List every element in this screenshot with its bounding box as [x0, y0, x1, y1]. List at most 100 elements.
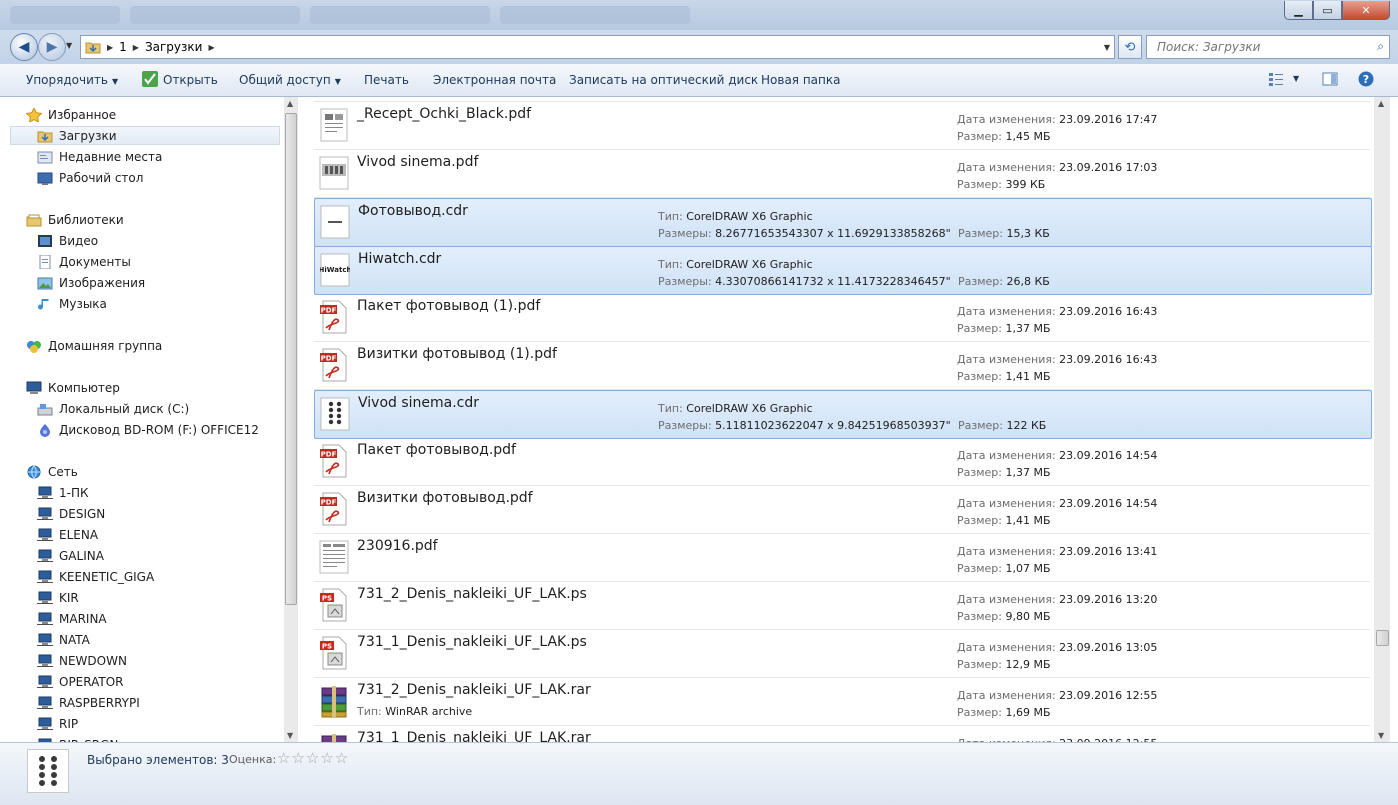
- file-list[interactable]: _Recept_Ochki_Black.pdf Дата изменения: 2…: [300, 97, 1372, 742]
- sidebar-item-network-computer[interactable]: RIP: [37, 714, 78, 734]
- scroll-down-icon[interactable]: ▼: [1378, 731, 1384, 740]
- file-row[interactable]: PDF Визитки фотовывод (1).pdf Дата изменен…: [314, 342, 1370, 390]
- file-row[interactable]: _Recept_Ochki_Black.pdf Дата изменения: 2…: [314, 102, 1370, 150]
- email-button[interactable]: Электронная почта: [433, 73, 556, 87]
- address-history-dropdown[interactable]: ▼: [1104, 43, 1110, 52]
- search-icon[interactable]: ⌕: [1377, 39, 1384, 54]
- sidebar-item-local-disk[interactable]: Локальный диск (C:): [37, 399, 189, 419]
- scrollbar-thumb[interactable]: [1376, 630, 1389, 646]
- sidebar-item-network-computer[interactable]: NATA: [37, 630, 90, 650]
- navigation-pane[interactable]: Избранное Загрузки Недавние места Рабочи…: [10, 97, 284, 742]
- file-name[interactable]: 731_2_Denis_nakleiki_UF_LAK.ps: [357, 586, 587, 602]
- sidebar-item-network-computer[interactable]: 1-ПК: [37, 483, 89, 503]
- sidebar-item-images[interactable]: Изображения: [37, 273, 145, 293]
- sidebar-item-recent-places[interactable]: Недавние места: [37, 147, 162, 167]
- file-name[interactable]: 731_2_Denis_nakleiki_UF_LAK.rar: [357, 682, 591, 698]
- file-name[interactable]: 230916.pdf: [357, 538, 438, 554]
- file-name[interactable]: Пакет фотовывод.pdf: [357, 442, 516, 458]
- breadcrumb-segment[interactable]: 1: [119, 40, 127, 54]
- file-row[interactable]: PS 731_1_Denis_nakleiki_UF_LAK.ps Дата изм…: [314, 630, 1370, 678]
- breadcrumb-separator[interactable]: ▶: [133, 43, 139, 52]
- breadcrumb-segment[interactable]: Загрузки: [145, 40, 203, 54]
- sidebar-item-desktop[interactable]: Рабочий стол: [37, 168, 143, 188]
- file-row[interactable]: 731_2_Denis_nakleiki_UF_LAK.rar Тип: WinR…: [314, 678, 1370, 726]
- sidebar-item-network-computer[interactable]: GALINA: [37, 546, 104, 566]
- file-name[interactable]: Hiwatch.cdr: [358, 251, 441, 267]
- sidebar-item-network[interactable]: Сеть: [26, 462, 78, 482]
- address-bar[interactable]: ▶ 1 ▶ Загрузки ▶ ▼: [80, 35, 1115, 59]
- rating-stars[interactable]: ☆☆☆☆☆: [277, 749, 349, 767]
- file-row[interactable]: 230916.pdf Дата изменения: 23.09.2016 13:…: [314, 534, 1370, 582]
- refresh-button[interactable]: ⟲: [1118, 35, 1142, 59]
- file-row[interactable]: Vivod sinema.cdr Тип: CorelDRAW X6 Graphi…: [314, 390, 1372, 439]
- scrollbar-thumb[interactable]: [285, 113, 297, 605]
- file-name[interactable]: 731_1_Denis_nakleiki_UF_LAK.rar: [357, 730, 591, 742]
- sidebar-item-network-computer[interactable]: NEWDOWN: [37, 651, 127, 671]
- sidebar-item-network-computer[interactable]: RASPBERRYPI: [37, 693, 140, 713]
- file-row[interactable]: Vivod sinema.pdf Дата изменения: 23.09.20…: [314, 150, 1370, 198]
- scroll-down-icon[interactable]: ▼: [287, 731, 293, 740]
- search-input[interactable]: [1155, 39, 1359, 55]
- sidebar-item-network-computer[interactable]: MARINA: [37, 609, 107, 629]
- sidebar-item-downloads[interactable]: Загрузки: [10, 126, 280, 145]
- file-name[interactable]: Пакет фотовывод (1).pdf: [357, 298, 540, 314]
- file-date: Дата изменения: 23.09.2016 16:43: [957, 353, 1157, 366]
- sidebar-item-label: Рабочий стол: [59, 171, 144, 185]
- sidebar-item-network-computer[interactable]: KEENETIC_GIGA: [37, 567, 154, 587]
- file-name[interactable]: _Recept_Ochki_Black.pdf: [357, 106, 531, 122]
- sidebar-item-homegroup[interactable]: Домашняя группа: [26, 336, 162, 356]
- sidebar-item-libraries[interactable]: Библиотеки: [26, 210, 124, 230]
- file-row[interactable]: Фотовывод.cdr Тип: CorelDRAW X6 Graphic Ра…: [314, 198, 1372, 247]
- sidebar-item-network-computer[interactable]: DESIGN: [37, 504, 105, 524]
- organize-button[interactable]: Упорядочить ▼: [26, 73, 118, 87]
- file-date: Дата изменения: 23.09.2016 14:54: [957, 497, 1157, 510]
- preview-pane-icon[interactable]: [1322, 71, 1338, 87]
- minimize-button[interactable]: ▁: [1284, 1, 1313, 20]
- sidebar-item-music[interactable]: Музыка: [37, 294, 107, 314]
- file-name[interactable]: Vivod sinema.pdf: [357, 154, 478, 170]
- scroll-up-icon[interactable]: ▲: [287, 99, 293, 108]
- file-row[interactable]: PDF Пакет фотовывод.pdf Дата изменения: 23…: [314, 438, 1370, 486]
- recent-pages-dropdown[interactable]: ▼: [66, 41, 72, 50]
- back-button[interactable]: ◀: [10, 33, 38, 61]
- file-type-value: CorelDRAW X6 Graphic: [686, 210, 813, 223]
- forward-button[interactable]: ▶: [38, 33, 66, 61]
- help-icon[interactable]: ?: [1358, 71, 1374, 87]
- sidebar-item-computer[interactable]: Компьютер: [26, 378, 120, 398]
- close-button[interactable]: ✕: [1342, 1, 1390, 20]
- sidebar-item-bd-rom[interactable]: Дисковод BD-ROM (F:) OFFICE12: [37, 420, 259, 440]
- file-name[interactable]: Визитки фотовывод (1).pdf: [357, 346, 557, 362]
- maximize-button[interactable]: ▭: [1313, 1, 1342, 20]
- file-row[interactable]: HiWatch Hiwatch.cdr Тип: CorelDRAW X6 Grap…: [314, 246, 1372, 295]
- sidebar-item-network-computer[interactable]: RIP_SRGN: [37, 735, 118, 742]
- file-row[interactable]: 731_1_Denis_nakleiki_UF_LAK.rarДата изме…: [314, 726, 1370, 742]
- sidebar-item-network-computer[interactable]: KIR: [37, 588, 79, 608]
- share-button[interactable]: Общий доступ ▼: [239, 73, 341, 87]
- file-name[interactable]: Визитки фотовывод.pdf: [357, 490, 533, 506]
- sidebar-item-network-computer[interactable]: OPERATOR: [37, 672, 124, 692]
- file-name[interactable]: 731_1_Denis_nakleiki_UF_LAK.ps: [357, 634, 587, 650]
- print-button[interactable]: Печать: [364, 73, 409, 87]
- file-row[interactable]: PDF Пакет фотовывод (1).pdf Дата изменения…: [314, 294, 1370, 342]
- sidebar-item-video[interactable]: Видео: [37, 231, 98, 251]
- open-button[interactable]: Открыть: [163, 73, 218, 87]
- search-box[interactable]: ⌕: [1146, 35, 1390, 59]
- breadcrumb-separator[interactable]: ▶: [208, 43, 214, 52]
- view-dropdown-icon[interactable]: ▼: [1293, 74, 1299, 83]
- breadcrumb-separator[interactable]: ▶: [107, 43, 113, 52]
- file-name[interactable]: Vivod sinema.cdr: [358, 395, 479, 411]
- file-list-scrollbar[interactable]: ▲ ▼: [1374, 97, 1390, 742]
- scroll-up-icon[interactable]: ▲: [1378, 99, 1384, 108]
- view-options-icon[interactable]: [1268, 71, 1284, 87]
- burn-disc-button[interactable]: Записать на оптический диск: [569, 73, 758, 87]
- sidebar-item-documents[interactable]: Документы: [37, 252, 131, 272]
- sidebar-item-network-computer[interactable]: ELENA: [37, 525, 98, 545]
- navigation-scrollbar[interactable]: ▲ ▼: [284, 97, 298, 742]
- file-row[interactable]: PS 731_2_Denis_nakleiki_UF_LAK.ps Дата изм…: [314, 582, 1370, 630]
- window-titlebar[interactable]: ▁ ▭ ✕: [0, 0, 1398, 30]
- sidebar-item-favorites[interactable]: Избранное: [26, 105, 116, 125]
- file-name[interactable]: Фотовывод.cdr: [358, 203, 468, 219]
- file-date: Дата изменения: 23.09.2016 13:05: [957, 641, 1157, 654]
- file-row[interactable]: PDF Визитки фотовывод.pdf Дата изменения: …: [314, 486, 1370, 534]
- new-folder-button[interactable]: Новая папка: [761, 73, 840, 87]
